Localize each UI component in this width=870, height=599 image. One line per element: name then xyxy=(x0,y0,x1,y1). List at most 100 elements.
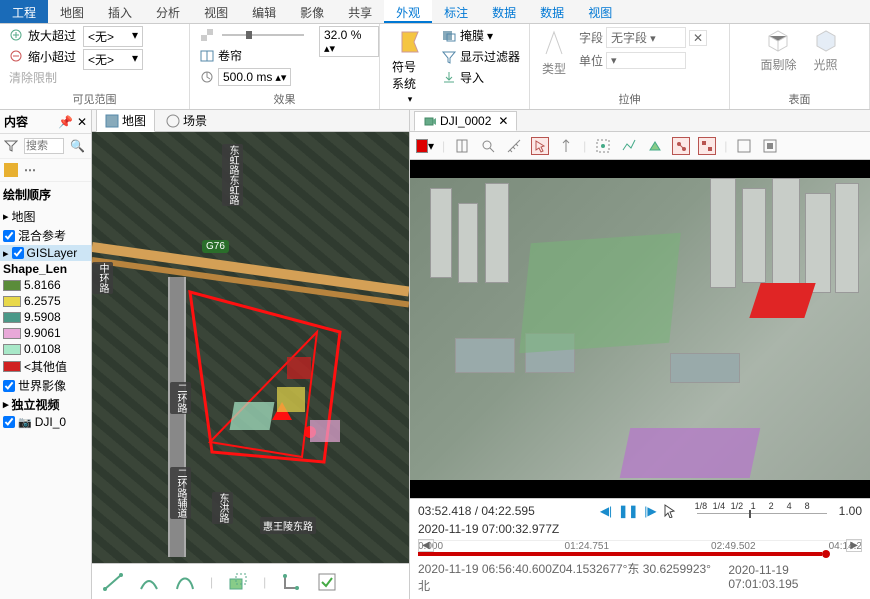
search-input[interactable] xyxy=(24,138,64,154)
tab-share[interactable]: 共享 xyxy=(336,0,384,23)
link2-icon[interactable] xyxy=(698,137,716,155)
zoom-out-beyond[interactable]: 缩小超过 xyxy=(6,47,79,66)
tab-view[interactable]: 视图 xyxy=(192,0,240,23)
video-canvas[interactable] xyxy=(410,160,870,498)
line-tool[interactable] xyxy=(102,571,124,593)
main-tabbar: 工程 地图 插入 分析 视图 编辑 影像 共享 外观 标注 数据 数据 视图 xyxy=(0,0,870,24)
scene-tab[interactable]: 场景 xyxy=(157,109,216,132)
point-icon[interactable] xyxy=(594,137,612,155)
mask-button[interactable]: 掩膜 ▾ xyxy=(438,26,523,45)
tab-edit[interactable]: 编辑 xyxy=(240,0,288,23)
map-canvas[interactable]: G76 东虹路东虹路 二环路 二环路辅道 东洪路 惠王陵东路 中环路 xyxy=(92,132,409,563)
group-range-label: 可见范围 xyxy=(6,89,183,107)
group-effect-label: 效果 xyxy=(196,89,373,107)
extent2-icon[interactable] xyxy=(761,137,779,155)
tab-view2[interactable]: 视图 xyxy=(576,0,624,23)
layer-gis[interactable]: ▸GISLayer xyxy=(0,245,91,261)
video-controls: 03:52.418 / 04:22.595 ◀| ❚❚ |▶ 1/8 1/4 1… xyxy=(410,498,870,599)
step-fwd[interactable]: |▶ xyxy=(644,504,656,518)
time-display: 03:52.418 / 04:22.595 xyxy=(418,504,568,518)
import-button[interactable]: 导入 xyxy=(438,68,523,87)
book-icon[interactable] xyxy=(453,137,471,155)
contents-panel: 内容 📌 ✕ 🔍 ⋯ 绘制顺序 ▸ 地图 混合参考 ▸GISLayer Shap… xyxy=(0,110,92,599)
timestamp-display: 2020-11-19 07:00:32.977Z xyxy=(418,522,559,536)
range-end[interactable]: ▶ xyxy=(846,539,862,552)
footer-right: 2020-11-19 07:01:03.195 xyxy=(728,563,862,591)
extent1-icon[interactable] xyxy=(735,137,753,155)
video-pane: DJI_0002 ✕ ▾ | | | xyxy=(410,110,870,599)
legend-other[interactable]: <其他值 xyxy=(0,357,91,376)
transparency-slider[interactable] xyxy=(196,26,311,44)
clear-limit[interactable]: 清除限制 xyxy=(6,68,79,87)
more-icon[interactable]: ⋯ xyxy=(24,163,38,177)
speed-slider[interactable]: 1/8 1/4 1/2 1 2 4 8 xyxy=(697,504,827,518)
legend-0[interactable]: 5.8166 xyxy=(0,277,91,293)
close-video-tab[interactable]: ✕ xyxy=(498,114,508,128)
range-start[interactable]: ◀ xyxy=(418,539,434,552)
rect-tool[interactable] xyxy=(280,571,302,593)
map-node[interactable]: ▸ 地图 xyxy=(0,207,91,226)
link1-icon[interactable] xyxy=(672,137,690,155)
zoom-pct[interactable]: 32.0 % ▴▾ xyxy=(319,26,379,57)
tab-map[interactable]: 地图 xyxy=(48,0,96,23)
step-back[interactable]: ◀| xyxy=(600,504,612,518)
video-tab[interactable]: DJI_0002 ✕ xyxy=(414,111,517,131)
legend-3[interactable]: 9.9061 xyxy=(0,325,91,341)
footer-left: 2020-11-19 06:56:40.600Z04.1532677°东 30.… xyxy=(418,560,722,594)
timeline[interactable]: 0.000 01:24.751 02:49.502 04:14.2 ◀ ▶ xyxy=(418,540,862,558)
ribbon: 放大超过 缩小超过 清除限制 <无> ▾ <无> ▾ 可见范围 卷帘 500.0… xyxy=(0,24,870,110)
extrude-field: 字段无字段 ▾✕ xyxy=(576,26,710,49)
map-pane: 地图 场景 G76 东虹路东虹路 二环路 二环路辅道 东洪路 惠王陵东路 xyxy=(92,110,410,599)
speed-value: 1.00 xyxy=(839,504,862,518)
legend-2[interactable]: 9.5908 xyxy=(0,309,91,325)
tab-image[interactable]: 影像 xyxy=(288,0,336,23)
finish-tool[interactable] xyxy=(316,571,338,593)
layer-mix[interactable]: 混合参考 xyxy=(0,226,91,245)
tab-data2[interactable]: 数据 xyxy=(528,0,576,23)
close-icon[interactable]: ✕ xyxy=(77,115,87,129)
legend-1[interactable]: 6.2575 xyxy=(0,293,91,309)
tab-project[interactable]: 工程 xyxy=(0,0,48,23)
flicker-button[interactable]: 500.0 ms ▴▾ xyxy=(196,67,311,87)
edit-toolbar: | | xyxy=(92,563,409,599)
tab-label[interactable]: 标注 xyxy=(432,0,480,23)
extrude-type[interactable]: 类型 xyxy=(536,26,572,79)
zoom-video-icon[interactable] xyxy=(479,137,497,155)
map-tab[interactable]: 地图 xyxy=(96,109,155,132)
tab-insert[interactable]: 插入 xyxy=(96,0,144,23)
layer-dji[interactable]: 📷 DJI_0 xyxy=(0,414,91,430)
north-icon[interactable] xyxy=(557,137,575,155)
tab-data1[interactable]: 数据 xyxy=(480,0,528,23)
filter-button[interactable]: 显示过滤器 xyxy=(438,47,523,66)
playhead[interactable] xyxy=(822,550,830,558)
face-cull[interactable]: 面剔除 xyxy=(754,26,802,75)
swipe-button[interactable]: 卷帘 xyxy=(196,46,311,65)
tab-appearance[interactable]: 外观 xyxy=(384,0,432,23)
measure-icon[interactable] xyxy=(505,137,523,155)
filter-icon[interactable] xyxy=(4,139,18,153)
zoom-in-beyond[interactable]: 放大超过 xyxy=(6,26,79,45)
indep-video-header[interactable]: ▸ 独立视频 xyxy=(0,395,91,414)
symbology-button[interactable]: 符号系统▾ xyxy=(386,26,434,107)
pause[interactable]: ❚❚ xyxy=(618,504,638,518)
list-by-drawing-icon[interactable] xyxy=(4,163,18,177)
polygon-icon[interactable] xyxy=(646,137,664,155)
group-surface-label: 表面 xyxy=(736,89,863,107)
legend-4[interactable]: 0.0108 xyxy=(0,341,91,357)
polyline-icon[interactable] xyxy=(620,137,638,155)
pin-icon[interactable]: 📌 xyxy=(58,115,73,129)
zoom-in-select[interactable]: <无> ▾ xyxy=(83,26,143,47)
trace-tool[interactable] xyxy=(227,571,249,593)
search-icon[interactable]: 🔍 xyxy=(70,139,85,153)
draw-order-header: 绘制顺序 xyxy=(0,182,91,207)
arc-tool[interactable] xyxy=(138,571,160,593)
tab-analysis[interactable]: 分析 xyxy=(144,0,192,23)
lighting[interactable]: 光照 xyxy=(807,26,845,75)
color-picker[interactable]: ▾ xyxy=(416,137,434,155)
select-icon[interactable] xyxy=(531,137,549,155)
zoom-out-select[interactable]: <无> ▾ xyxy=(83,49,143,70)
fx-icon: ✕ xyxy=(689,30,707,46)
video-toolbar: ▾ | | | xyxy=(410,132,870,160)
curve-tool[interactable] xyxy=(174,571,196,593)
layer-world[interactable]: 世界影像 xyxy=(0,376,91,395)
